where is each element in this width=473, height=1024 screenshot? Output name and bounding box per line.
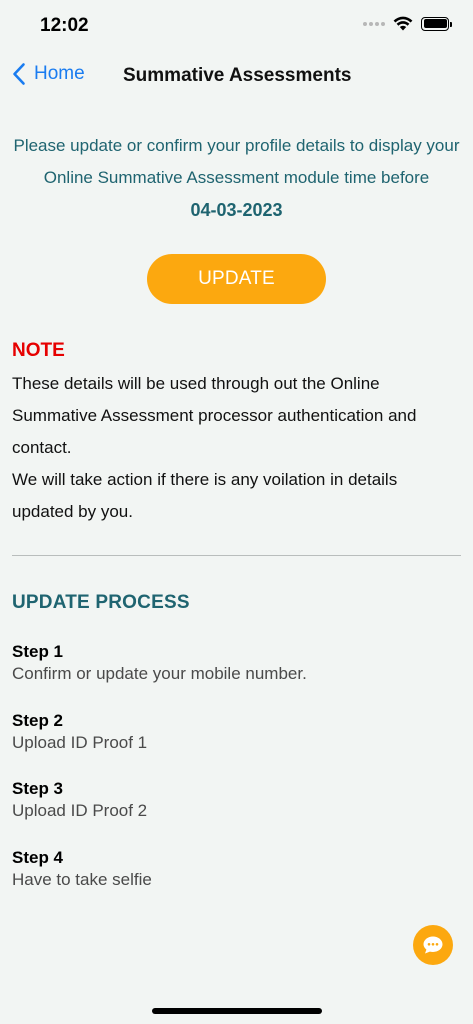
back-home-button[interactable]: Home <box>12 62 85 86</box>
page-title: Summative Assessments <box>123 65 352 86</box>
status-time: 12:02 <box>40 15 89 36</box>
note-line-1: These details will be used through out t… <box>12 374 417 457</box>
note-heading: NOTE <box>12 340 65 361</box>
step-title: Step 2 <box>12 710 64 730</box>
step-1: Step 1 Confirm or update your mobile num… <box>12 642 452 711</box>
deadline-date: 04-03-2023 <box>190 200 283 220</box>
step-description: Upload ID Proof 1 <box>12 732 148 752</box>
chat-bubble-icon <box>423 936 443 954</box>
signal-dots-icon <box>363 21 385 26</box>
step-title: Step 1 <box>12 642 64 661</box>
status-icons <box>363 16 452 31</box>
step-description: Upload ID Proof 2 <box>12 801 148 820</box>
note-body: These details will be used through out t… <box>12 368 462 528</box>
status-bar: 12:02 <box>0 0 473 52</box>
home-indicator[interactable] <box>152 1008 322 1014</box>
wifi-icon <box>393 16 413 31</box>
intro-message: Please update or confirm your profile de… <box>8 130 465 226</box>
step-description: Have to take selfie <box>12 869 152 889</box>
chat-button[interactable] <box>413 925 453 965</box>
back-label: Home <box>34 63 85 84</box>
note-line-2: We will take action if there is any voil… <box>12 470 398 521</box>
update-button[interactable]: UPDATE <box>147 254 326 304</box>
intro-text: Please update or confirm your profile de… <box>13 136 460 187</box>
divider <box>12 555 461 556</box>
step-3: Step 3 Upload ID Proof 2 <box>12 779 452 848</box>
summative-assessments-screen: 12:02 Home Summative Assessments Please … <box>0 0 473 1024</box>
step-4: Step 4 Have to take selfie <box>12 848 452 917</box>
steps-list: Step 1 Confirm or update your mobile num… <box>12 642 452 916</box>
chevron-left-icon <box>13 63 25 85</box>
update-process-heading: UPDATE PROCESS <box>12 592 190 613</box>
navigation-bar: Home Summative Assessments <box>0 52 473 100</box>
step-title: Step 3 <box>12 779 64 798</box>
step-2: Step 2 Upload ID Proof 1 <box>12 711 452 780</box>
battery-icon <box>421 16 452 31</box>
step-title: Step 4 <box>12 847 64 867</box>
step-description: Confirm or update your mobile number. <box>12 664 307 683</box>
